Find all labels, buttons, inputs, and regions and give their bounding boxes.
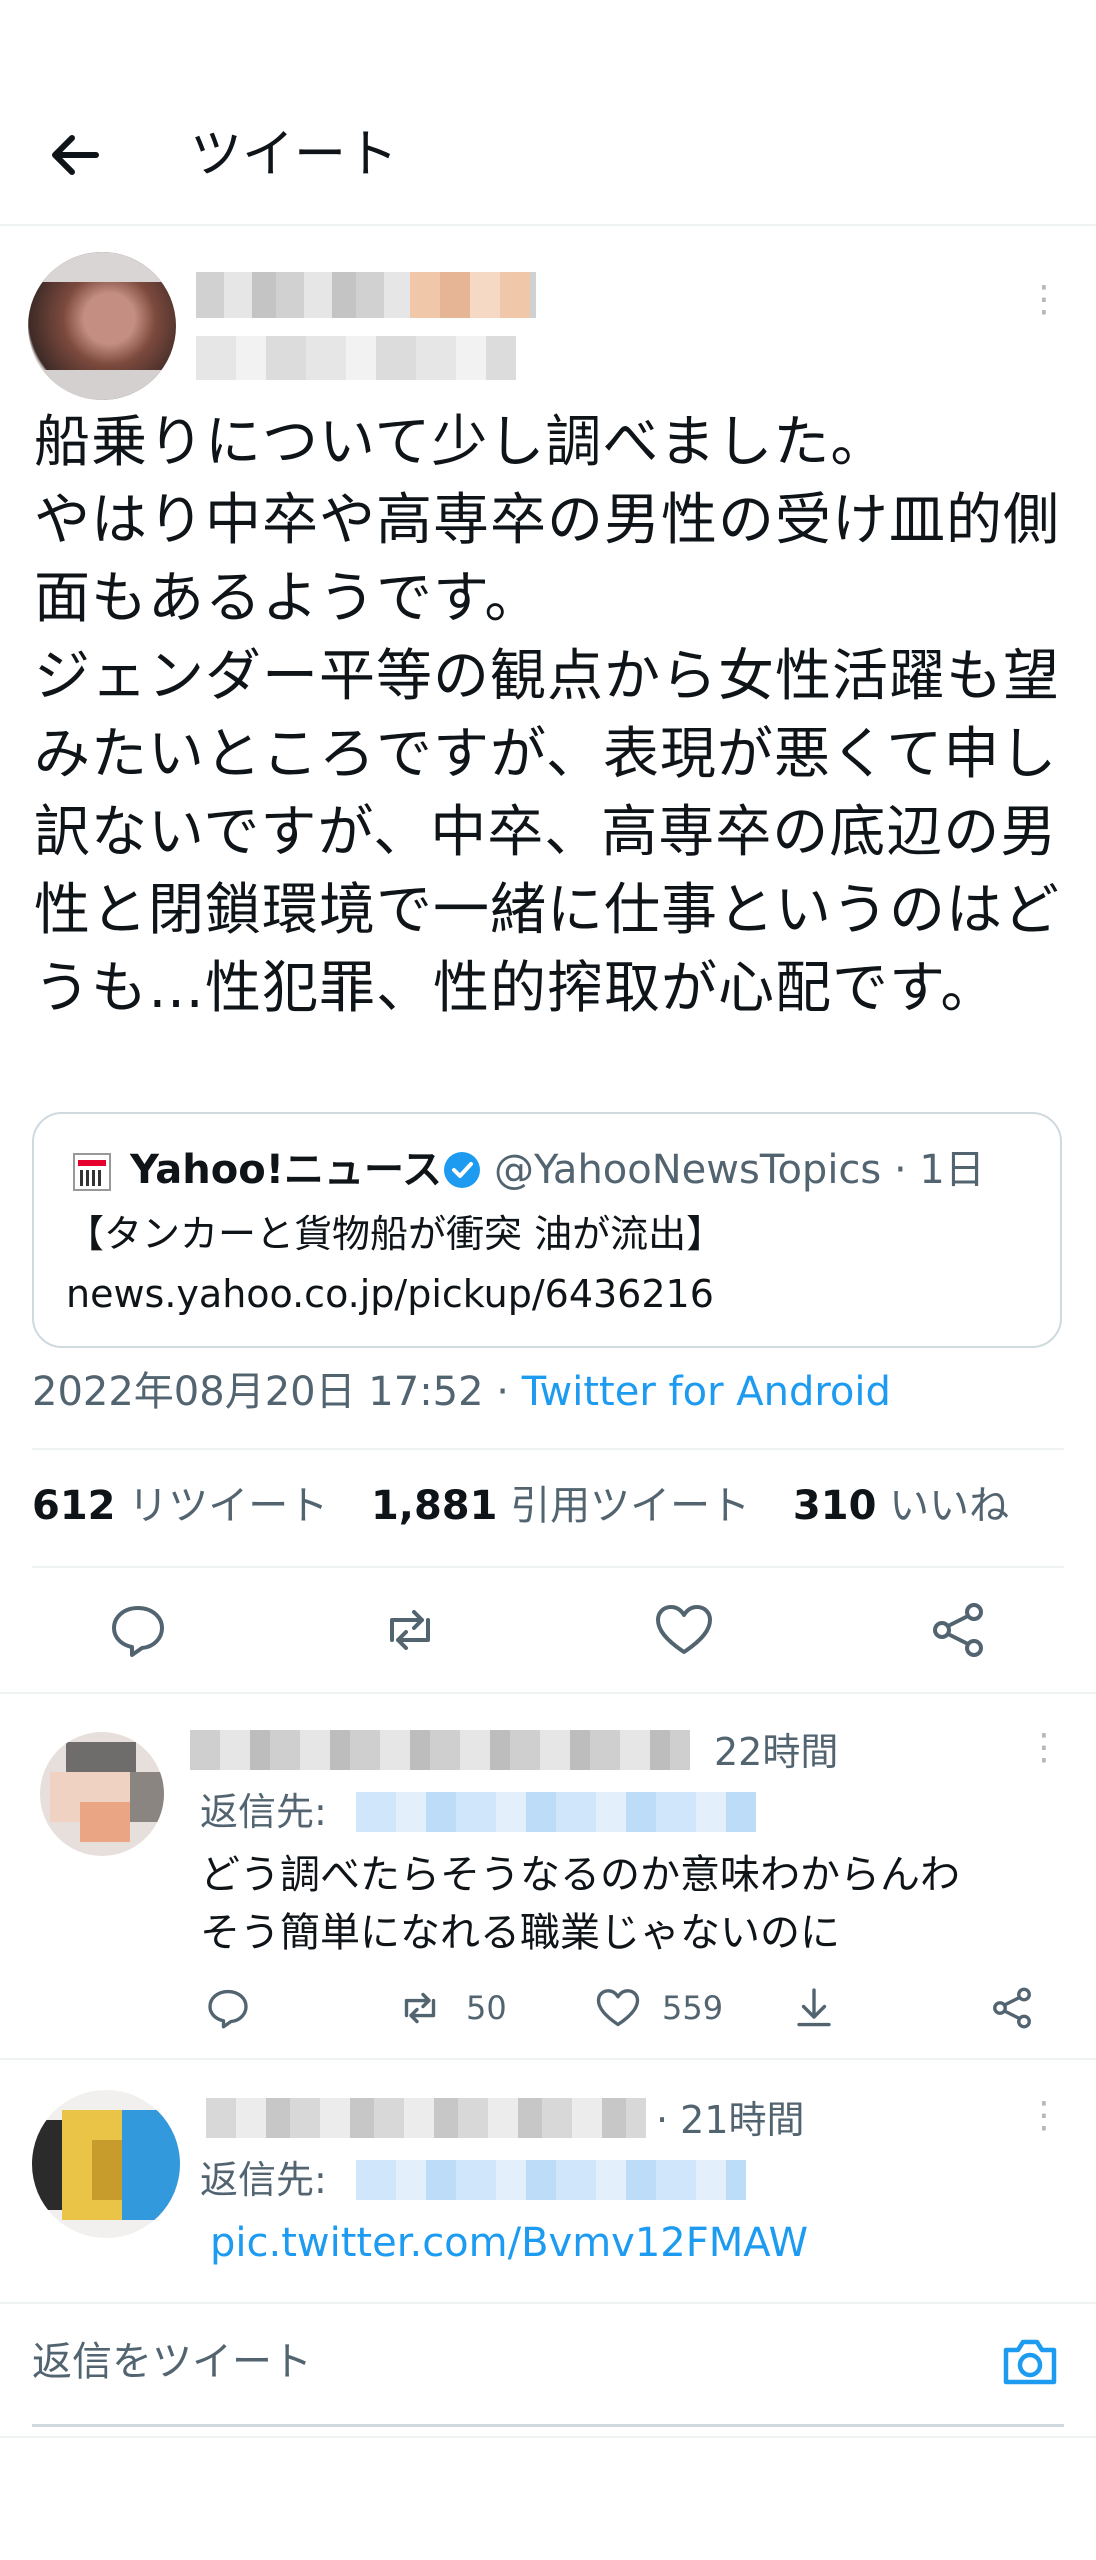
reply-composer: 返信をツイート — [0, 2302, 1096, 2444]
reply-retweet-icon[interactable] — [396, 1984, 444, 2032]
author-handle-blurred — [196, 336, 516, 380]
like-count-link[interactable]: 310 いいね — [793, 1483, 1009, 1529]
tweet-meta: 2022年08月20日 17:52 · Twitter for Android — [32, 1362, 891, 1422]
reply-retweet-count: 50 — [466, 1989, 507, 2027]
reply-like-count: 559 — [662, 1989, 724, 2027]
reply-icon[interactable] — [106, 1598, 170, 1662]
reply-avatar[interactable] — [32, 2090, 180, 2238]
reply-like-icon[interactable] — [594, 1984, 642, 2032]
divider — [32, 1448, 1064, 1450]
reply-to-label: 返信先: — [200, 1790, 327, 1834]
divider — [0, 2058, 1096, 2060]
divider — [0, 1692, 1096, 1694]
reply-to-handle-blurred[interactable] — [356, 1792, 756, 1832]
quoted-link[interactable]: news.yahoo.co.jp/pickup/6436216 — [66, 1266, 714, 1322]
quoted-headline: 【タンカーと貨物船が衝突 油が流出】 — [66, 1212, 725, 1256]
reply-author-blurred[interactable] — [190, 1730, 690, 1770]
tweet-source-link[interactable]: Twitter for Android — [522, 1369, 891, 1415]
reply-more-options-icon[interactable]: ⋮ — [1024, 2096, 1064, 2136]
author-emoji-blurred — [410, 272, 530, 318]
reply-avatar[interactable] — [40, 1732, 164, 1856]
retweet-count-link[interactable]: 612 リツイート — [32, 1483, 328, 1529]
top-bar: ツイート — [0, 0, 1096, 226]
reply-to-handle-blurred[interactable] — [356, 2160, 746, 2200]
reply-download-icon[interactable] — [790, 1984, 838, 2032]
quoted-tweet-card[interactable]: Yahoo!ニュース @YahooNewsTopics · 1日 【タンカーと貨… — [32, 1112, 1062, 1348]
quoted-handle-time: @YahooNewsTopics · 1日 — [494, 1147, 985, 1193]
reply-time: 22時間 — [714, 1730, 839, 1774]
author-avatar[interactable] — [28, 252, 176, 400]
divider — [32, 1566, 1064, 1568]
tweet-timestamp: 2022年08月20日 17:52 · — [32, 1369, 522, 1415]
verified-badge-icon — [442, 1150, 482, 1190]
reply-media-link[interactable]: pic.twitter.com/Bvmv12FMAW — [210, 2214, 808, 2272]
retweet-icon[interactable] — [378, 1598, 442, 1662]
reply-time: · 21時間 — [656, 2098, 805, 2142]
camera-icon[interactable] — [998, 2330, 1062, 2394]
reply-reply-icon[interactable] — [204, 1984, 252, 2032]
reply-input[interactable]: 返信をツイート — [32, 2304, 1064, 2427]
reply-placeholder: 返信をツイート — [32, 2339, 312, 2385]
yahoo-news-logo-icon — [72, 1152, 112, 1192]
tweet-stats: 612 リツイート 1,881 引用ツイート 310 いいね — [32, 1476, 1009, 1536]
reply-to-label: 返信先: — [200, 2158, 327, 2202]
divider — [0, 2436, 1096, 2438]
reply-author-blurred[interactable] — [206, 2098, 646, 2138]
reply-more-options-icon[interactable]: ⋮ — [1024, 1728, 1064, 1768]
back-arrow-icon[interactable] — [40, 120, 110, 190]
more-options-icon[interactable]: ⋮ — [1024, 280, 1064, 320]
tweet-text: 船乗りについて少し調べました。 やはり中卒や高専卒の男性の受け皿的側面もあるよう… — [34, 410, 1060, 1021]
share-icon[interactable] — [926, 1598, 990, 1662]
quote-count-link[interactable]: 1,881 引用ツイート — [371, 1483, 750, 1529]
reply-share-icon[interactable] — [988, 1984, 1036, 2032]
page-title: ツイート — [190, 125, 399, 185]
quoted-author-name: Yahoo!ニュース — [130, 1147, 442, 1193]
like-heart-icon[interactable] — [652, 1598, 716, 1662]
reply-text: どう調べたらそうなるのか意味わからんわ そう簡単になれる職業じゃないのに — [200, 1852, 960, 1956]
